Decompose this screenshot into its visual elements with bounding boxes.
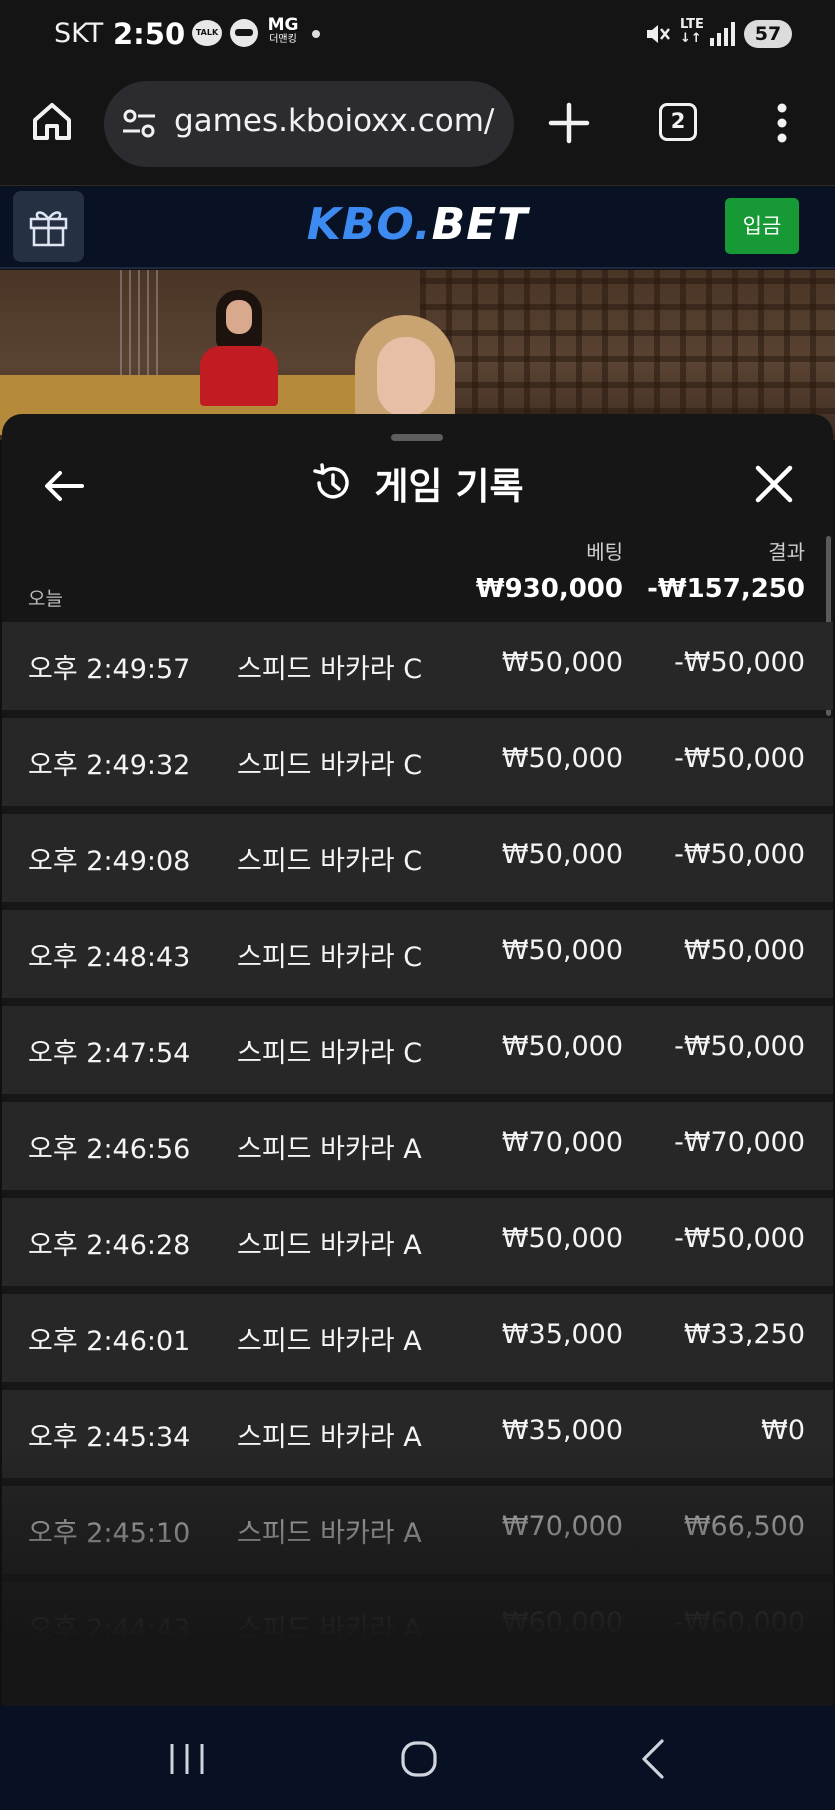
row-game: 스피드 바카라 A [237,1326,422,1357]
mg-sub-label: 더맨킹 [269,34,297,45]
total-bet: ₩930,000 [475,574,623,604]
column-header-result: 결과 [768,540,805,564]
history-row[interactable]: 오후 2:45:34 스피드 바카라 A ₩35,000 ₩0 [2,1390,833,1478]
history-row[interactable]: 오후 2:47:54 스피드 바카라 C ₩50,000 -₩50,000 [2,1006,833,1094]
history-list: 오후 2:49:57 스피드 바카라 C ₩50,000 -₩50,000 오후… [2,622,833,1678]
row-time: 오후 2:45:10 [28,1518,191,1549]
row-result: ₩33,250 [683,1319,805,1350]
row-game: 스피드 바카라 C [237,654,423,685]
row-time: 오후 2:46:28 [28,1230,191,1261]
history-row[interactable]: 오후 2:45:10 스피드 바카라 A ₩70,000 ₩66,500 [2,1486,833,1574]
ninja-icon [230,19,258,47]
row-time: 오후 2:48:43 [28,942,191,973]
site-header: KBO.BET 입금 [0,187,835,269]
history-row[interactable]: 오후 2:48:43 스피드 바카라 C ₩50,000 ₩50,000 [2,910,833,998]
row-time: 오후 2:49:57 [28,654,191,685]
row-result: -₩60,000 [674,1607,805,1638]
modal-header: 게임 기록 [2,456,833,516]
row-bet: ₩50,000 [501,743,623,774]
home-icon[interactable] [30,99,74,143]
row-time: 오후 2:46:01 [28,1326,191,1357]
carrier-label: SKT [54,18,104,49]
mg-notification-icon: MG 더맨킹 [263,16,303,46]
row-game: 스피드 바카라 A [237,1230,422,1261]
row-result: -₩50,000 [674,1223,805,1254]
dealer-figure [196,290,280,410]
tab-switcher-button[interactable]: 2 [659,103,697,141]
notification-dot-icon [312,30,320,38]
row-time: 오후 2:49:08 [28,846,191,877]
row-time: 오후 2:49:32 [28,750,191,781]
row-time: 오후 2:46:56 [28,1134,191,1165]
row-result: ₩66,500 [683,1511,805,1542]
row-result: -₩50,000 [674,1031,805,1062]
game-history-modal: 게임 기록 베팅 결과 오늘 ₩930,000 -₩157,250 오후 2:4… [2,414,833,1706]
history-row[interactable]: 오후 2:49:32 스피드 바카라 C ₩50,000 -₩50,000 [2,718,833,806]
row-game: 스피드 바카라 A [237,1422,422,1453]
row-result: -₩50,000 [674,839,805,870]
row-bet: ₩70,000 [501,1511,623,1542]
status-bar: SKT 2:50 TALK MG 더맨킹 LTE ↓↑ 57 [0,0,835,72]
logo-kbo-text: KBO. [306,199,432,250]
clock: 2:50 [113,17,186,51]
row-result: ₩50,000 [683,935,805,966]
row-game: 스피드 바카라 C [237,846,423,877]
url-text[interactable]: games.kboioxx.com/ [174,103,494,139]
nav-home-icon[interactable] [400,1740,438,1778]
address-bar[interactable]: games.kboioxx.com/ [104,81,514,167]
row-bet: ₩50,000 [501,935,623,966]
row-bet: ₩50,000 [501,839,623,870]
nav-back-icon[interactable] [638,1738,668,1780]
row-game: 스피드 바카라 A [237,1518,422,1549]
battery-icon: 57 [744,20,792,48]
row-game: 스피드 바카라 C [237,1038,423,1069]
tune-icon[interactable] [122,109,156,139]
mg-label: MG [267,15,299,35]
history-row[interactable]: 오후 2:46:28 스피드 바카라 A ₩50,000 -₩50,000 [2,1198,833,1286]
site-logo[interactable]: KBO.BET [0,199,835,250]
recent-apps-icon[interactable] [168,1742,206,1776]
logo-bet-text: BET [431,199,529,250]
row-bet: ₩35,000 [501,1415,623,1446]
row-game: 스피드 바카라 A [237,1614,422,1645]
row-time: 오후 2:45:34 [28,1422,191,1453]
row-game: 스피드 바카라 C [237,750,423,781]
browser-toolbar: games.kboioxx.com/ 2 [0,72,835,186]
row-result: ₩0 [761,1415,805,1446]
close-icon[interactable] [754,464,794,504]
row-result: -₩50,000 [674,743,805,774]
history-row[interactable]: 오후 2:49:08 스피드 바카라 C ₩50,000 -₩50,000 [2,814,833,902]
row-game: 스피드 바카라 A [237,1134,422,1165]
history-row[interactable]: 오후 2:49:57 스피드 바카라 C ₩50,000 -₩50,000 [2,622,833,710]
network-type: LTE ↓↑ [680,17,704,46]
drag-handle[interactable] [391,434,443,441]
row-bet: ₩50,000 [501,647,623,678]
row-bet: ₩50,000 [501,1223,623,1254]
row-time: 오후 2:44:43 [28,1614,191,1645]
row-bet: ₩70,000 [501,1127,623,1158]
system-navigation-bar [0,1706,835,1810]
row-result: -₩50,000 [674,647,805,678]
mute-icon [647,25,670,43]
column-header-bet: 베팅 [586,540,623,564]
more-vert-icon[interactable] [772,102,792,144]
history-row[interactable]: 오후 2:44:43 스피드 바카라 A ₩60,000 -₩60,000 [2,1582,833,1670]
total-result: -₩157,250 [647,574,805,604]
history-row[interactable]: 오후 2:46:01 스피드 바카라 A ₩35,000 ₩33,250 [2,1294,833,1382]
modal-title: 게임 기록 [374,465,524,508]
date-group-label: 오늘 [28,588,63,610]
deposit-button[interactable]: 입금 [725,198,799,254]
row-bet: ₩50,000 [501,1031,623,1062]
row-bet: ₩60,000 [501,1607,623,1638]
row-time: 오후 2:47:54 [28,1038,191,1069]
row-result: -₩70,000 [674,1127,805,1158]
row-game: 스피드 바카라 C [237,942,423,973]
row-bet: ₩35,000 [501,1319,623,1350]
history-icon [313,463,350,499]
kakaotalk-icon: TALK [192,20,222,46]
network-label: LTE [680,17,704,32]
signal-icon [710,22,735,46]
plus-icon[interactable] [548,102,590,144]
history-row[interactable]: 오후 2:46:56 스피드 바카라 A ₩70,000 -₩70,000 [2,1102,833,1190]
